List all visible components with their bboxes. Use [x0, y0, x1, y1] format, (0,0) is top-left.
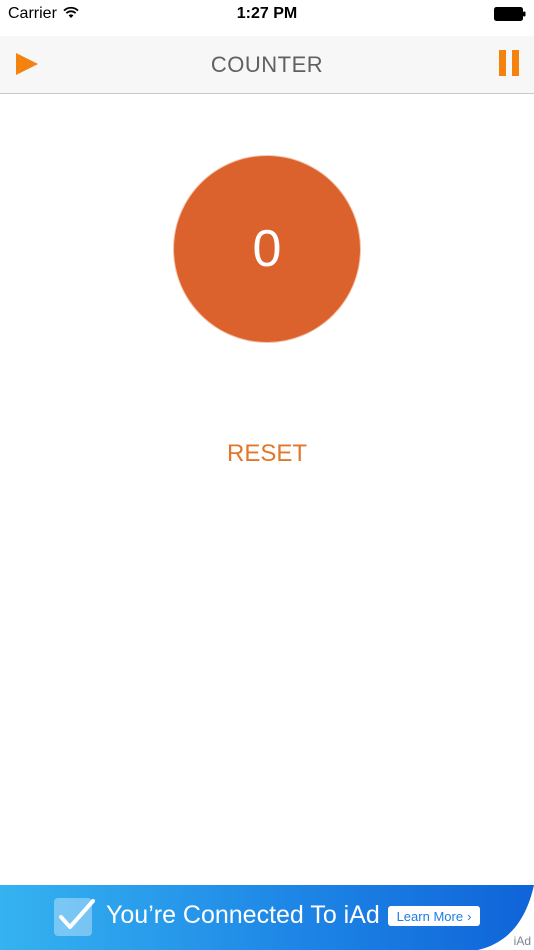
battery-icon [494, 7, 526, 21]
page-title: COUNTER [210, 52, 324, 77]
pause-icon[interactable] [498, 50, 520, 76]
status-bar: Carrier 1:27 PM [0, 0, 534, 36]
navigation-bar: COUNTER [0, 36, 534, 94]
learn-more-label: Learn More [396, 908, 464, 924]
iad-badge: iAd [513, 934, 531, 948]
status-time: 1:27 PM [236, 5, 298, 22]
counter-display[interactable]: 0 [174, 156, 360, 342]
reset-button[interactable]: RESET [0, 440, 534, 468]
counter-value: 0 [252, 220, 282, 278]
checkmark-icon [54, 898, 95, 936]
ad-banner[interactable]: You’re Connected To iAd Learn More › iAd [0, 885, 534, 950]
ad-message: You’re Connected To iAd [106, 901, 380, 929]
chevron-right-icon: › [467, 908, 472, 924]
learn-more-button[interactable]: Learn More › [388, 906, 480, 926]
